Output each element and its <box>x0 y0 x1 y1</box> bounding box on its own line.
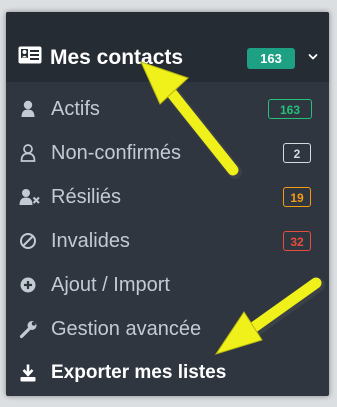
arrow-top-annotation <box>140 61 242 179</box>
annotation-arrows <box>140 61 325 355</box>
arrow-bottom-annotation <box>214 277 325 355</box>
page-background: Mes contacts 163 Actifs 163 Non-confirmé… <box>0 0 337 407</box>
